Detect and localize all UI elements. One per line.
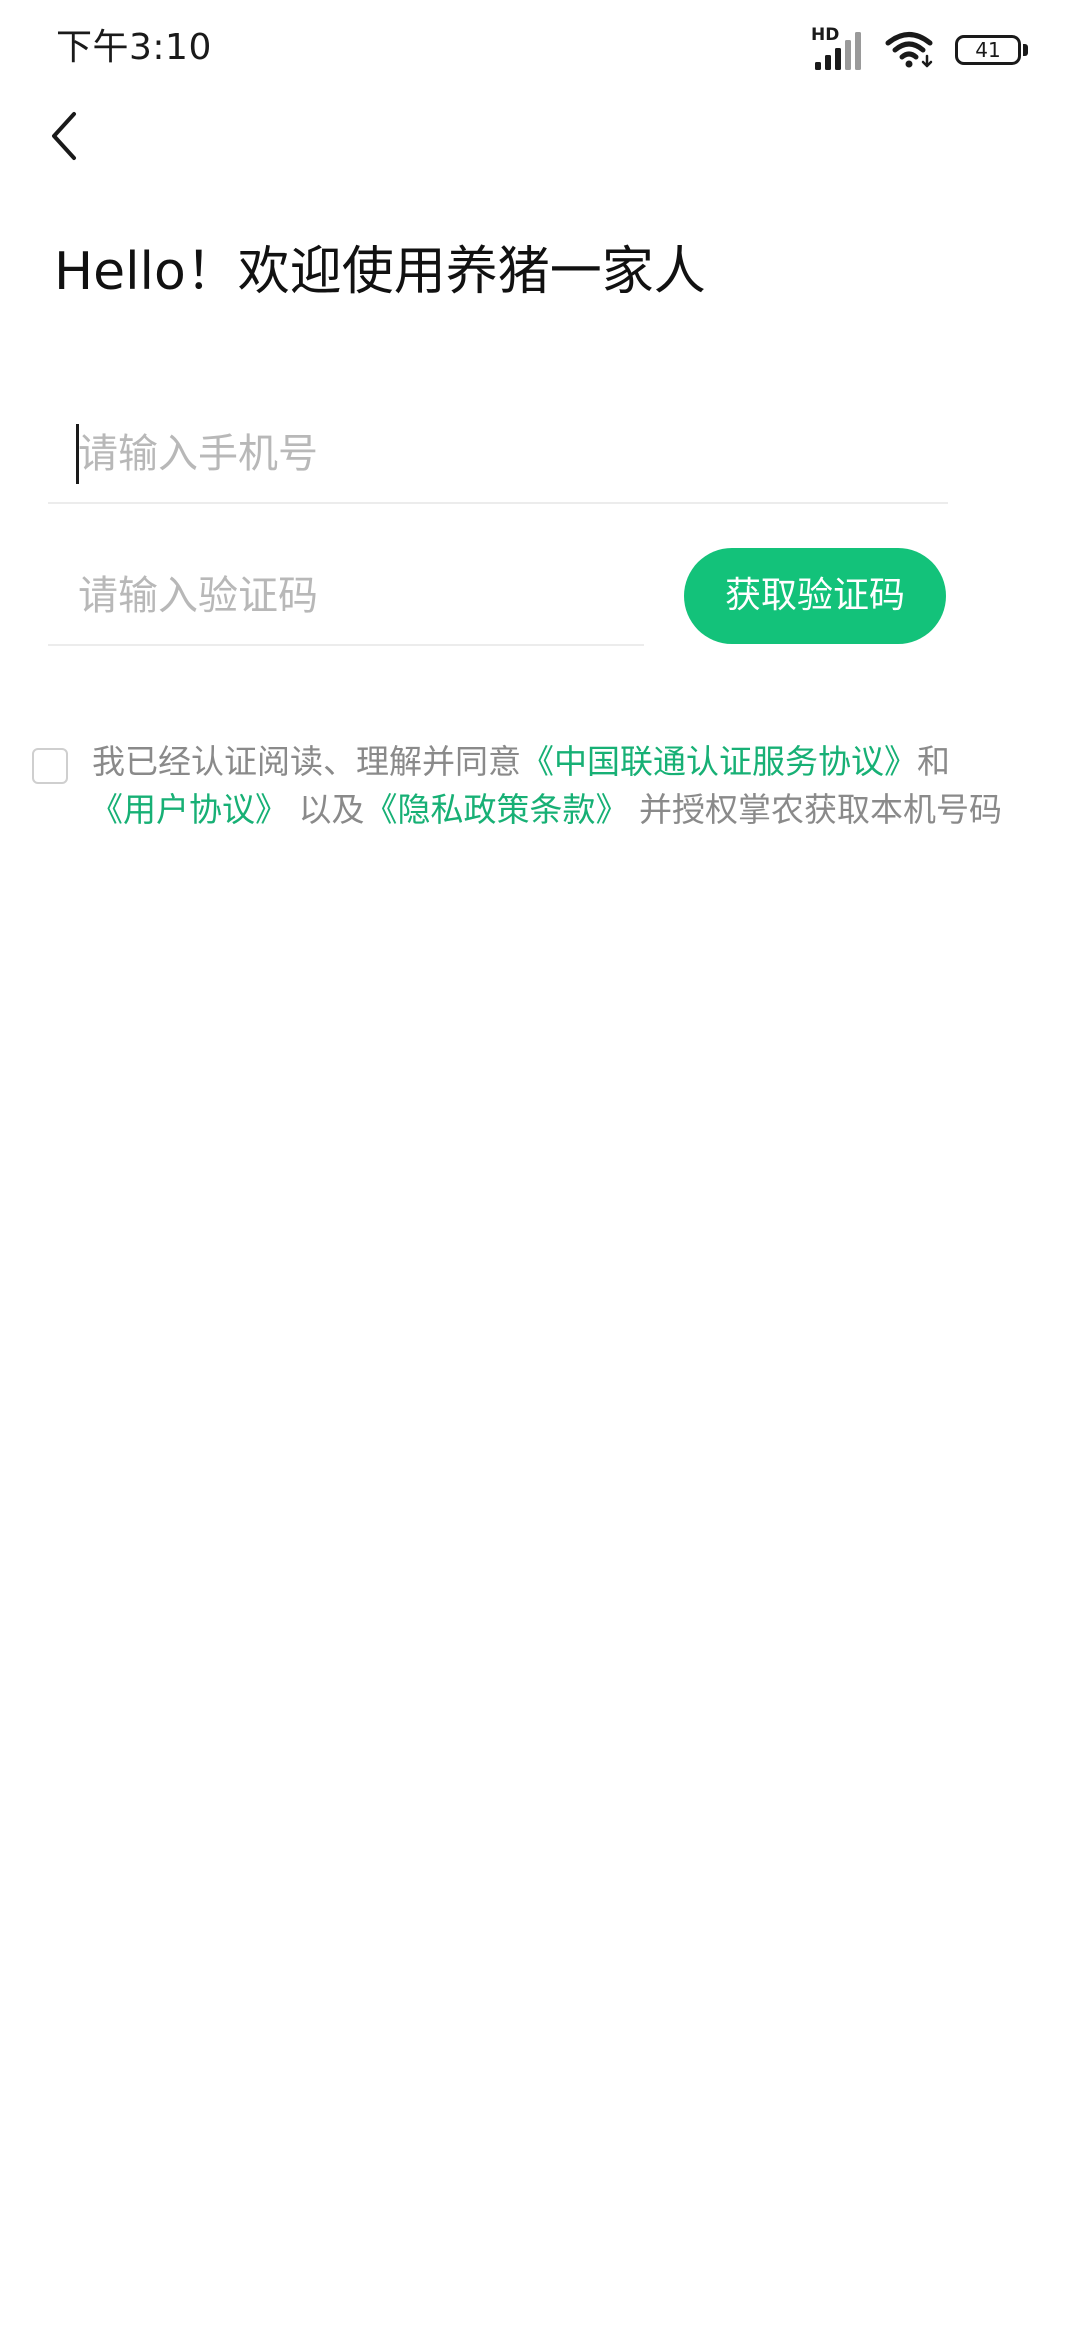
signal-icon: HD [811, 26, 867, 72]
page-title: Hello！欢迎使用养猪一家人 [54, 242, 706, 302]
wifi-icon [885, 32, 933, 68]
back-button[interactable] [28, 100, 100, 172]
phone-input[interactable] [78, 408, 938, 500]
unicom-agreement-link[interactable]: 《中国联通认证服务协议》 [521, 742, 917, 781]
signal-bars [815, 32, 861, 70]
get-code-button[interactable]: 获取验证码 [684, 548, 946, 644]
battery-icon: 41 [955, 35, 1021, 65]
privacy-policy-link[interactable]: 《隐私政策条款》 [365, 790, 629, 829]
battery-cap [1023, 44, 1028, 56]
chevron-left-icon [52, 112, 76, 160]
agreement-text-with: 以及 [298, 790, 365, 829]
user-agreement-link[interactable]: 《用户协议》 [90, 790, 288, 829]
code-input[interactable] [78, 550, 634, 642]
status-bar: 下午3:10 HD 41 [0, 0, 1080, 96]
agreement-line-1: 我已经认证阅读、理解并同意《中国联通认证服务协议》和 [92, 738, 1052, 786]
status-icons: HD 41 [811, 26, 1028, 72]
battery-level: 41 [975, 38, 1001, 62]
agreement-text-and: 和 [917, 742, 950, 781]
agreement-checkbox[interactable] [32, 748, 68, 784]
code-field[interactable] [48, 550, 644, 646]
agreement-text: 我已经认证阅读、理解并同意《中国联通认证服务协议》和 《用户协议》 以及《隐私政… [90, 738, 1052, 834]
agreement-text-after: 并授权掌农获取本机号码 [639, 790, 1002, 829]
agreement-line-2: 《用户协议》 以及《隐私政策条款》 并授权掌农获取本机号码 [90, 786, 1052, 834]
phone-field[interactable] [48, 408, 948, 504]
agreement-text-before: 我已经认证阅读、理解并同意 [92, 742, 521, 781]
status-time: 下午3:10 [56, 27, 212, 68]
